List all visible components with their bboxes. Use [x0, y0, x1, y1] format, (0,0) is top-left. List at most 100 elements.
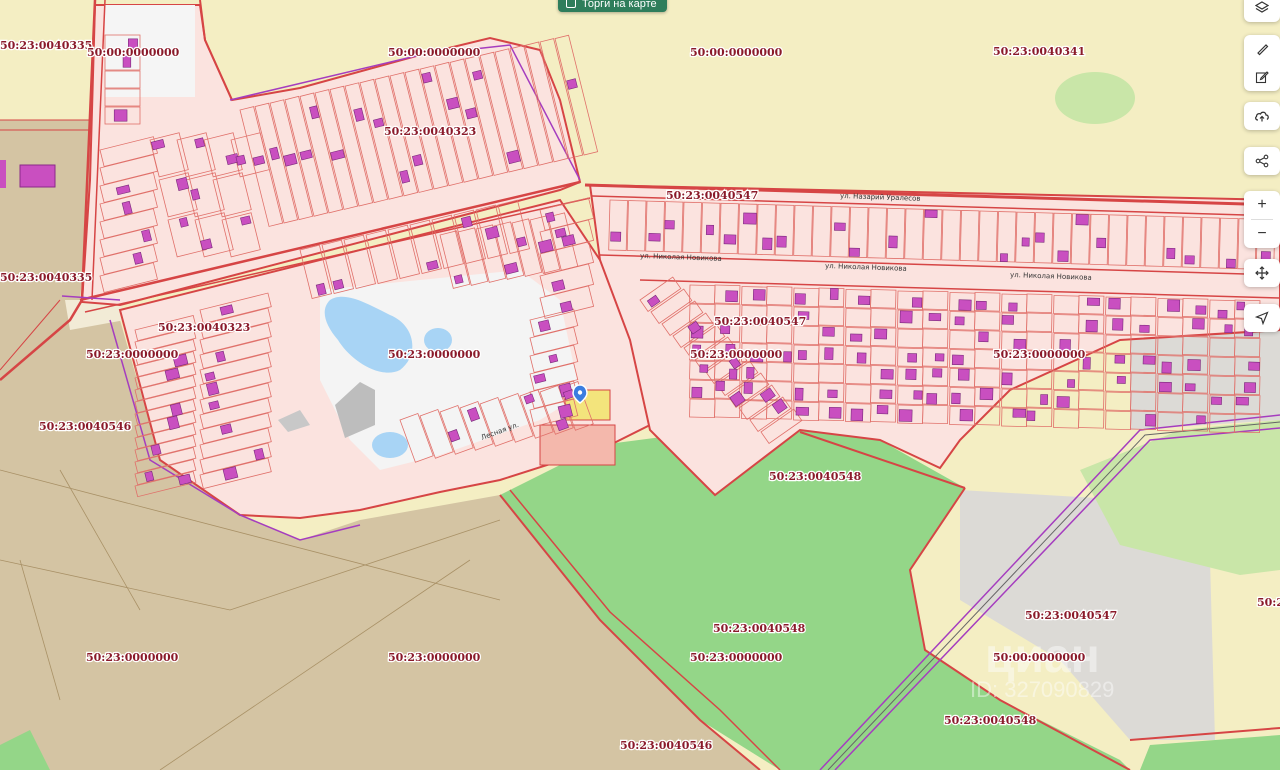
ruler-icon[interactable] [1244, 35, 1280, 63]
building-footprint [911, 297, 923, 308]
layers-control[interactable] [1244, 0, 1280, 22]
building-footprint [1145, 414, 1156, 427]
building-footprint [849, 333, 863, 342]
building-footprint [610, 231, 622, 242]
building-footprint [705, 224, 714, 236]
building-footprint [175, 176, 190, 191]
cadastral-label: 50:23:0040548 [769, 470, 862, 483]
building-footprint [1040, 394, 1049, 405]
navigation-icon[interactable] [1244, 304, 1280, 332]
zoom-out-button[interactable]: − [1244, 220, 1280, 248]
building-footprint [928, 313, 942, 322]
watermark: циан ID: 327090829 [970, 630, 1114, 702]
cadastral-label: 50:23:0040548 [713, 622, 806, 635]
building-footprint [453, 274, 464, 285]
pond-3 [372, 432, 408, 458]
building-footprint [506, 149, 521, 165]
building-footprint [834, 222, 846, 231]
edit-icon[interactable] [1244, 63, 1280, 91]
cadastral-label: 50:00:0000000 [690, 46, 783, 59]
watermark-id: ID: 327090829 [970, 677, 1114, 702]
building-footprint [874, 328, 888, 340]
building-footprint [979, 387, 994, 401]
layers-icon[interactable] [1244, 0, 1280, 22]
building-footprint [715, 380, 725, 392]
building-footprint [888, 235, 898, 249]
building-footprint [464, 107, 478, 120]
building-footprint [1166, 247, 1176, 260]
building-footprint [1085, 319, 1098, 333]
building-footprint [1026, 410, 1036, 421]
building-footprint [951, 392, 961, 405]
cloud-upload-icon[interactable] [1244, 102, 1280, 130]
building-footprint [822, 326, 835, 337]
auctions-on-map-toggle[interactable]: Торги на карте [558, 0, 667, 12]
cadastral-label: 50:23:0000000 [86, 651, 179, 664]
building-footprint [421, 71, 433, 84]
building-footprint [1057, 250, 1069, 262]
building-footprint [1142, 355, 1156, 365]
building-footprint [200, 238, 213, 251]
building-footprint [664, 220, 675, 230]
building-footprint [1021, 237, 1030, 247]
building-footprint [924, 209, 938, 219]
cadastral-map[interactable]: ул. Назарий Уралесов ул. Николая Новиков… [0, 0, 1280, 770]
building-footprint [850, 408, 864, 422]
building-footprint [1096, 237, 1107, 249]
building-footprint [557, 403, 573, 419]
building-footprint [746, 367, 755, 379]
cadastral-label: 50:23:0000000 [388, 651, 481, 664]
building-footprint [856, 352, 867, 364]
cadastral-label: 50:23:0040341 [993, 45, 1085, 58]
building-footprint [934, 353, 945, 362]
building-footprint [978, 331, 989, 343]
locate-control[interactable] [1244, 304, 1280, 332]
cadastral-label: 50:00:0000000 [87, 46, 180, 59]
building-footprint [1086, 297, 1101, 306]
building-footprint [691, 386, 703, 398]
share-icon[interactable] [1244, 147, 1280, 175]
zoom-control: + − [1244, 191, 1280, 248]
cadastral-label: 50:23:0040323 [384, 125, 476, 138]
draw-tools [1244, 35, 1280, 91]
building-footprint [1161, 361, 1172, 374]
building-footprint [783, 351, 792, 363]
pan-control[interactable] [1244, 259, 1280, 287]
building-footprint [1035, 232, 1045, 243]
checkbox-icon[interactable] [566, 0, 576, 8]
building-footprint [975, 300, 987, 310]
auctions-toggle-label: Торги на карте [582, 0, 657, 10]
building-footprint [880, 369, 894, 380]
building-footprint [926, 393, 938, 405]
building-footprint [913, 390, 923, 400]
move-icon[interactable] [1244, 259, 1280, 287]
building-footprint [857, 295, 871, 305]
building-footprint [776, 235, 787, 248]
building-footprint [1056, 396, 1070, 408]
building-footprint [113, 109, 128, 122]
building-footprint [1167, 299, 1181, 312]
cadastral-label: 50:23:0000000 [388, 348, 481, 361]
building-footprint [898, 409, 913, 422]
building-footprint [1217, 309, 1228, 319]
building-footprint [1008, 302, 1018, 312]
building-footprint [194, 137, 206, 149]
cadastral-label: 50:23:0000000 [86, 348, 179, 361]
building-footprint [828, 406, 842, 419]
building-footprint [954, 316, 965, 326]
upload-control[interactable] [1244, 102, 1280, 130]
building-footprint [1139, 324, 1150, 333]
building-footprint [1211, 396, 1222, 405]
building-footprint [829, 288, 839, 300]
zoom-in-button[interactable]: + [1244, 191, 1280, 219]
cadastral-label: 50:23:0040546 [620, 739, 713, 752]
share-control[interactable] [1244, 147, 1280, 175]
building-footprint [1001, 372, 1013, 386]
building-footprint [876, 405, 889, 415]
building-footprint [1195, 305, 1207, 315]
building-footprint [1075, 214, 1089, 226]
cadastral-label: 50:23:0000000 [993, 348, 1086, 361]
building-footprint [1187, 359, 1201, 371]
building-footprint [907, 353, 918, 363]
building-footprint [460, 215, 473, 229]
